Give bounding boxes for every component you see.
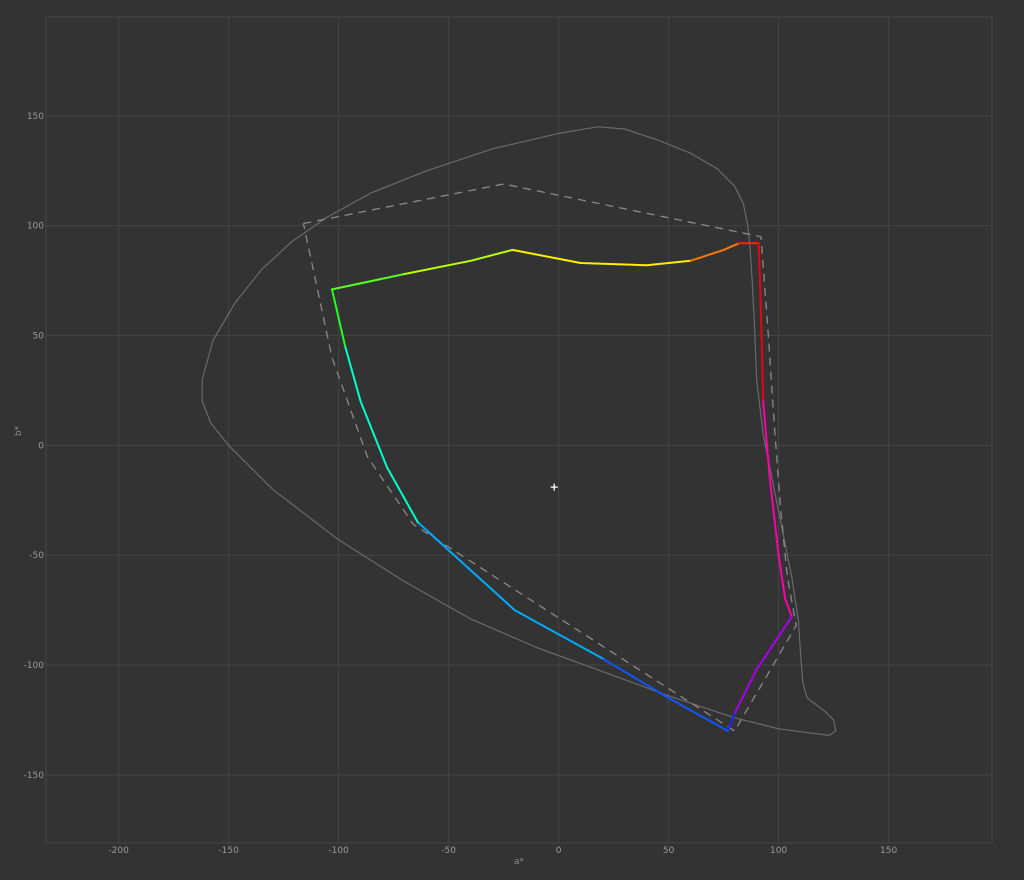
y-tick-label: 100	[27, 222, 44, 232]
x-tick-label: -200	[108, 846, 129, 856]
y-tick-label: 150	[27, 112, 44, 122]
x-tick-label: 50	[663, 846, 675, 856]
x-tick-label: 150	[880, 846, 897, 856]
gamut-chart: -200 -150 -100 -50 0 50 100 150 150 100 50 0 -50 -100…	[0, 0, 1024, 880]
y-tick-label: -100	[24, 661, 45, 671]
chart-background	[0, 0, 1024, 880]
x-tick-label: 100	[770, 846, 787, 856]
y-tick-label: -50	[29, 551, 44, 561]
x-tick-label: -150	[218, 846, 239, 856]
y-tick-label: -150	[24, 771, 45, 781]
y-axis-title: b*	[14, 425, 24, 436]
y-tick-label: 50	[33, 332, 45, 342]
x-tick-label: 0	[556, 846, 562, 856]
x-tick-label: -100	[328, 846, 349, 856]
x-axis-title: a*	[514, 857, 525, 867]
x-tick-label: -50	[441, 846, 456, 856]
y-tick-label: 0	[38, 441, 44, 451]
